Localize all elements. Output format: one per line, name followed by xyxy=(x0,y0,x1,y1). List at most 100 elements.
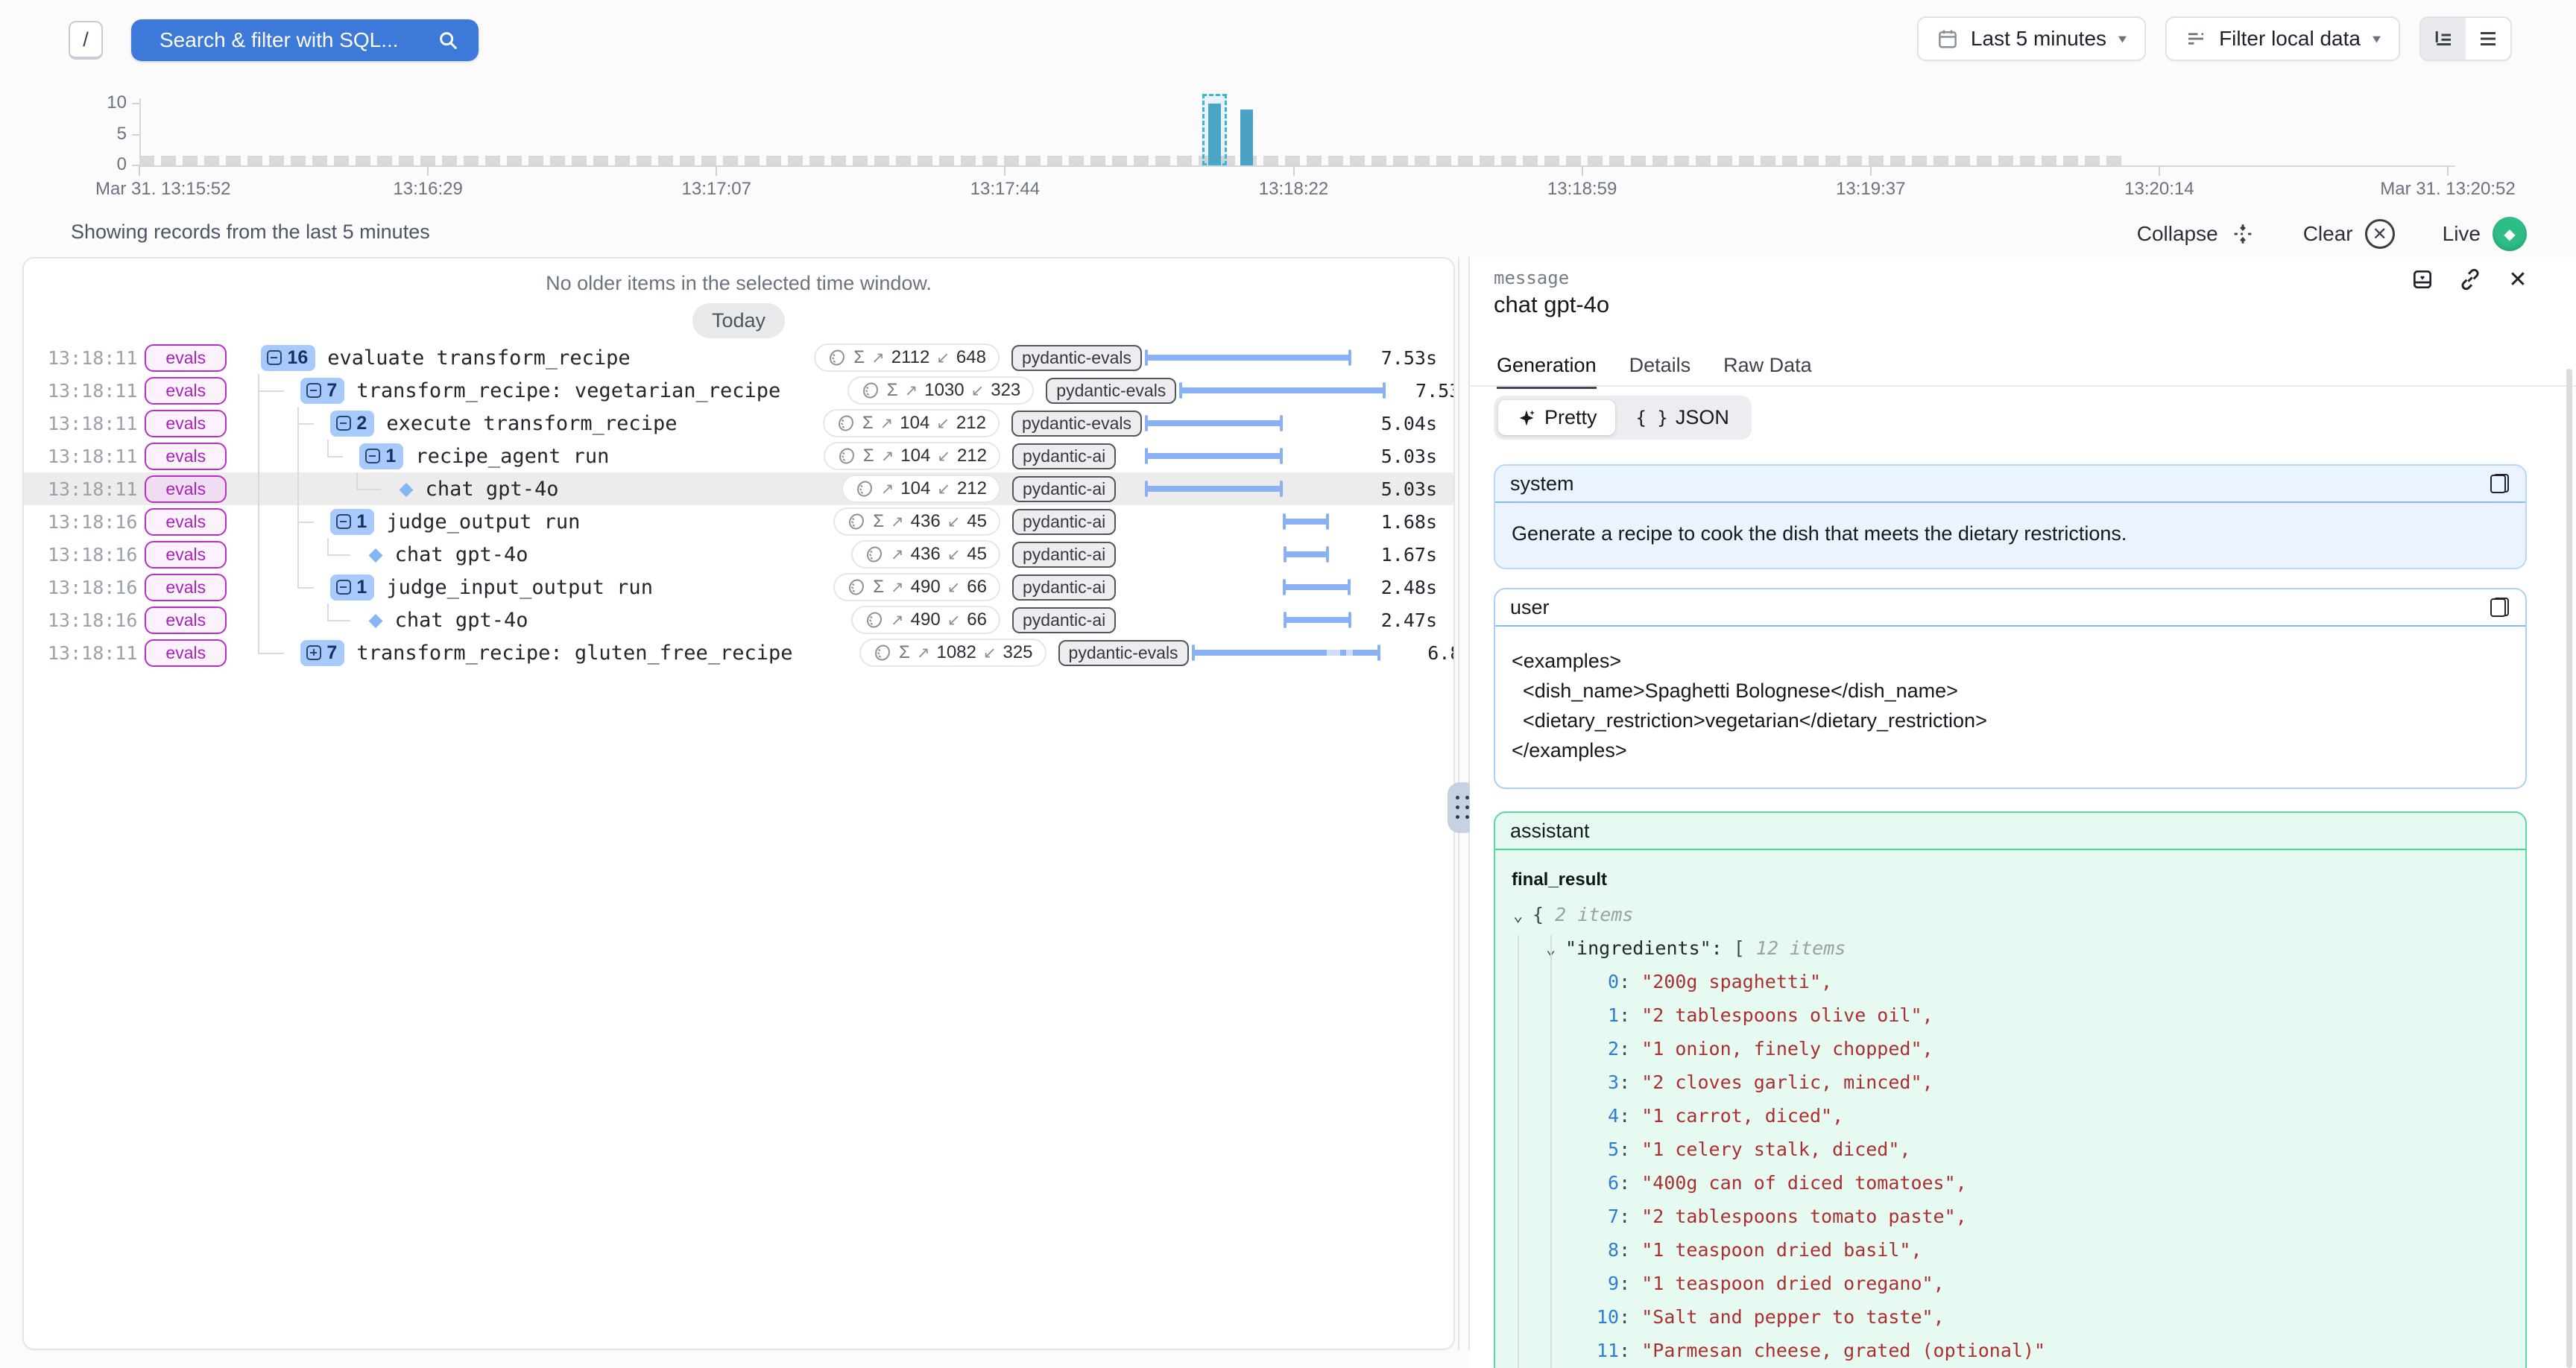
array-value: "1 onion, finely chopped", xyxy=(1641,1038,1933,1060)
trace-row[interactable]: 13:18:11evals16evaluate transform_recipe… xyxy=(24,341,1453,374)
trace-row[interactable]: 13:18:11evals7transform_recipe: gluten_f… xyxy=(24,636,1453,669)
trace-tag-cell: evals xyxy=(137,541,255,569)
evals-tag-badge[interactable]: evals xyxy=(145,410,227,437)
scrollbar-thumb[interactable] xyxy=(2566,369,2572,1368)
tokens-in-arrow-icon: ↗ xyxy=(871,349,885,367)
assistant-role-label: assistant xyxy=(1510,820,1590,843)
token-usage-pill: ↗436↙45 xyxy=(851,540,1000,569)
time-range-dropdown[interactable]: Last 5 minutes ▾ xyxy=(1917,16,2146,61)
trace-tree-cell: 1judge_output run xyxy=(255,509,747,535)
y-tick-mark xyxy=(132,134,139,136)
collapse-children-badge[interactable]: 16 xyxy=(261,345,315,371)
records-timeline-chart: 1050Mar 31. 13:15:5213:16:2913:17:0713:1… xyxy=(0,88,2576,207)
array-index: 0 xyxy=(1597,965,1619,998)
collapse-children-badge[interactable]: 1 xyxy=(330,509,374,535)
evals-tag-badge[interactable]: evals xyxy=(145,574,227,601)
tab-raw-data[interactable]: Raw Data xyxy=(1723,354,1812,389)
array-value: "2 tablespoons tomato paste", xyxy=(1641,1206,1967,1227)
trace-tag-cell: evals xyxy=(137,377,255,405)
collapse-children-badge[interactable]: 1 xyxy=(359,443,403,469)
duration-bar-cell xyxy=(1142,505,1366,538)
evals-tag-badge[interactable]: evals xyxy=(145,377,227,405)
chevron-down-icon[interactable]: ⌄ xyxy=(1546,933,1565,966)
item-count: 2 items xyxy=(1555,904,1633,925)
array-index: 3 xyxy=(1597,1065,1619,1099)
child-count: 1 xyxy=(385,446,396,467)
tokens-out-count: 66 xyxy=(967,609,987,630)
tokens-in-arrow-icon: ↗ xyxy=(880,414,894,433)
trace-tag-cell: evals xyxy=(137,508,255,536)
collapse-children-badge[interactable]: 7 xyxy=(300,378,344,404)
duration-bar-cell xyxy=(1142,407,1366,440)
detail-panel-actions: ✕ xyxy=(2409,266,2531,293)
package-badge: pydantic-ai xyxy=(1012,607,1116,633)
token-coin-icon xyxy=(865,610,884,630)
span-name: chat gpt-4o xyxy=(426,478,559,501)
tab-generation[interactable]: Generation xyxy=(1497,354,1597,389)
tab-details[interactable]: Details xyxy=(1629,354,1691,389)
chart-bar[interactable] xyxy=(1240,110,1253,165)
trace-row[interactable]: 13:18:16evals1judge_input_output runΣ↗49… xyxy=(24,571,1453,604)
view-mode-toggle xyxy=(2419,16,2512,61)
package-cell: pydantic-evals xyxy=(1000,411,1142,437)
copy-icon[interactable] xyxy=(2488,472,2510,495)
expand-children-badge[interactable]: 7 xyxy=(300,640,344,666)
trace-row[interactable]: 13:18:11evals7transform_recipe: vegetari… xyxy=(24,374,1453,407)
copy-link-icon[interactable] xyxy=(2457,266,2484,293)
tree-guide-stub xyxy=(356,489,381,490)
tokens-in-arrow-icon: ↗ xyxy=(891,545,904,564)
collapse-children-badge[interactable]: 1 xyxy=(330,574,374,601)
evals-tag-badge[interactable]: evals xyxy=(145,607,227,634)
json-toggle[interactable]: { } JSON xyxy=(1618,400,1747,435)
trace-row[interactable]: 13:18:11evals2execute transform_recipeΣ↗… xyxy=(24,407,1453,440)
evals-tag-badge[interactable]: evals xyxy=(145,639,227,667)
span-name: recipe_agent run xyxy=(415,445,609,468)
chevron-down-icon: ▾ xyxy=(2373,31,2381,47)
duration-bar-light-segment xyxy=(1327,650,1340,656)
copy-icon[interactable] xyxy=(2488,596,2510,618)
trace-row[interactable]: 13:18:16evals1judge_output runΣ↗436↙45py… xyxy=(24,505,1453,538)
x-tick-mark xyxy=(139,165,140,176)
evals-tag-badge[interactable]: evals xyxy=(145,508,227,536)
tokens-out-arrow-icon: ↙ xyxy=(936,414,950,433)
json-array-item: 0: "200g spaghetti", xyxy=(1513,965,2509,998)
x-tick-label: 13:20:14 xyxy=(2124,179,2194,200)
live-toggle[interactable]: Live ◆ xyxy=(2443,217,2527,251)
filter-local-data-dropdown[interactable]: Filter local data ▾ xyxy=(2165,16,2400,61)
evals-tag-badge[interactable]: evals xyxy=(145,443,227,470)
duration-label: 5.04s xyxy=(1366,413,1453,434)
no-older-items-text: No older items in the selected time wind… xyxy=(24,272,1453,295)
sigma-icon: Σ xyxy=(873,511,884,532)
evals-tag-badge[interactable]: evals xyxy=(145,344,227,372)
evals-tag-badge[interactable]: evals xyxy=(145,541,227,569)
trace-row[interactable]: 13:18:11evals◆chat gpt-4o↗104↙212pydanti… xyxy=(24,472,1453,505)
child-count: 1 xyxy=(356,577,367,598)
final-result-label: final_result xyxy=(1512,870,2509,890)
tree-view-toggle[interactable] xyxy=(2421,18,2466,60)
trace-row[interactable]: 13:18:16evals◆chat gpt-4o↗490↙66pydantic… xyxy=(24,604,1453,636)
search-label: Search & filter with SQL... xyxy=(160,28,399,52)
trace-list-panel: No older items in the selected time wind… xyxy=(22,257,1455,1350)
package-cell: pydantic-ai xyxy=(1000,574,1142,601)
trace-row[interactable]: 13:18:11evals1recipe_agent runΣ↗104↙212p… xyxy=(24,440,1453,472)
user-message-card: user <examples> <dish_name>Spaghetti Bol… xyxy=(1494,588,2527,789)
chart-bar-selection[interactable] xyxy=(1202,94,1227,165)
collapse-button[interactable]: Collapse xyxy=(2137,221,2255,247)
collapse-children-badge[interactable]: 2 xyxy=(330,411,374,437)
array-index: 10 xyxy=(1597,1300,1619,1334)
clear-button[interactable]: Clear ✕ xyxy=(2303,219,2395,249)
tokens-out-count: 648 xyxy=(956,347,986,368)
array-value: "400g can of diced tomatoes", xyxy=(1641,1172,1967,1194)
duration-label: 2.47s xyxy=(1366,609,1453,631)
y-tick-label: 10 xyxy=(82,92,127,113)
top-bar: / Search & filter with SQL... Last 5 min… xyxy=(0,0,2576,82)
evals-tag-badge[interactable]: evals xyxy=(145,475,227,503)
chevron-down-icon[interactable]: ⌄ xyxy=(1513,899,1532,933)
dock-panel-icon[interactable] xyxy=(2409,266,2436,293)
trace-row[interactable]: 13:18:16evals◆chat gpt-4o↗436↙45pydantic… xyxy=(24,538,1453,571)
status-actions: Collapse Clear ✕ Live ◆ xyxy=(2137,216,2527,252)
close-panel-icon[interactable]: ✕ xyxy=(2504,266,2531,293)
pretty-toggle[interactable]: Pretty xyxy=(1498,400,1615,435)
search-button[interactable]: Search & filter with SQL... xyxy=(131,19,479,61)
list-view-toggle[interactable] xyxy=(2466,18,2510,60)
